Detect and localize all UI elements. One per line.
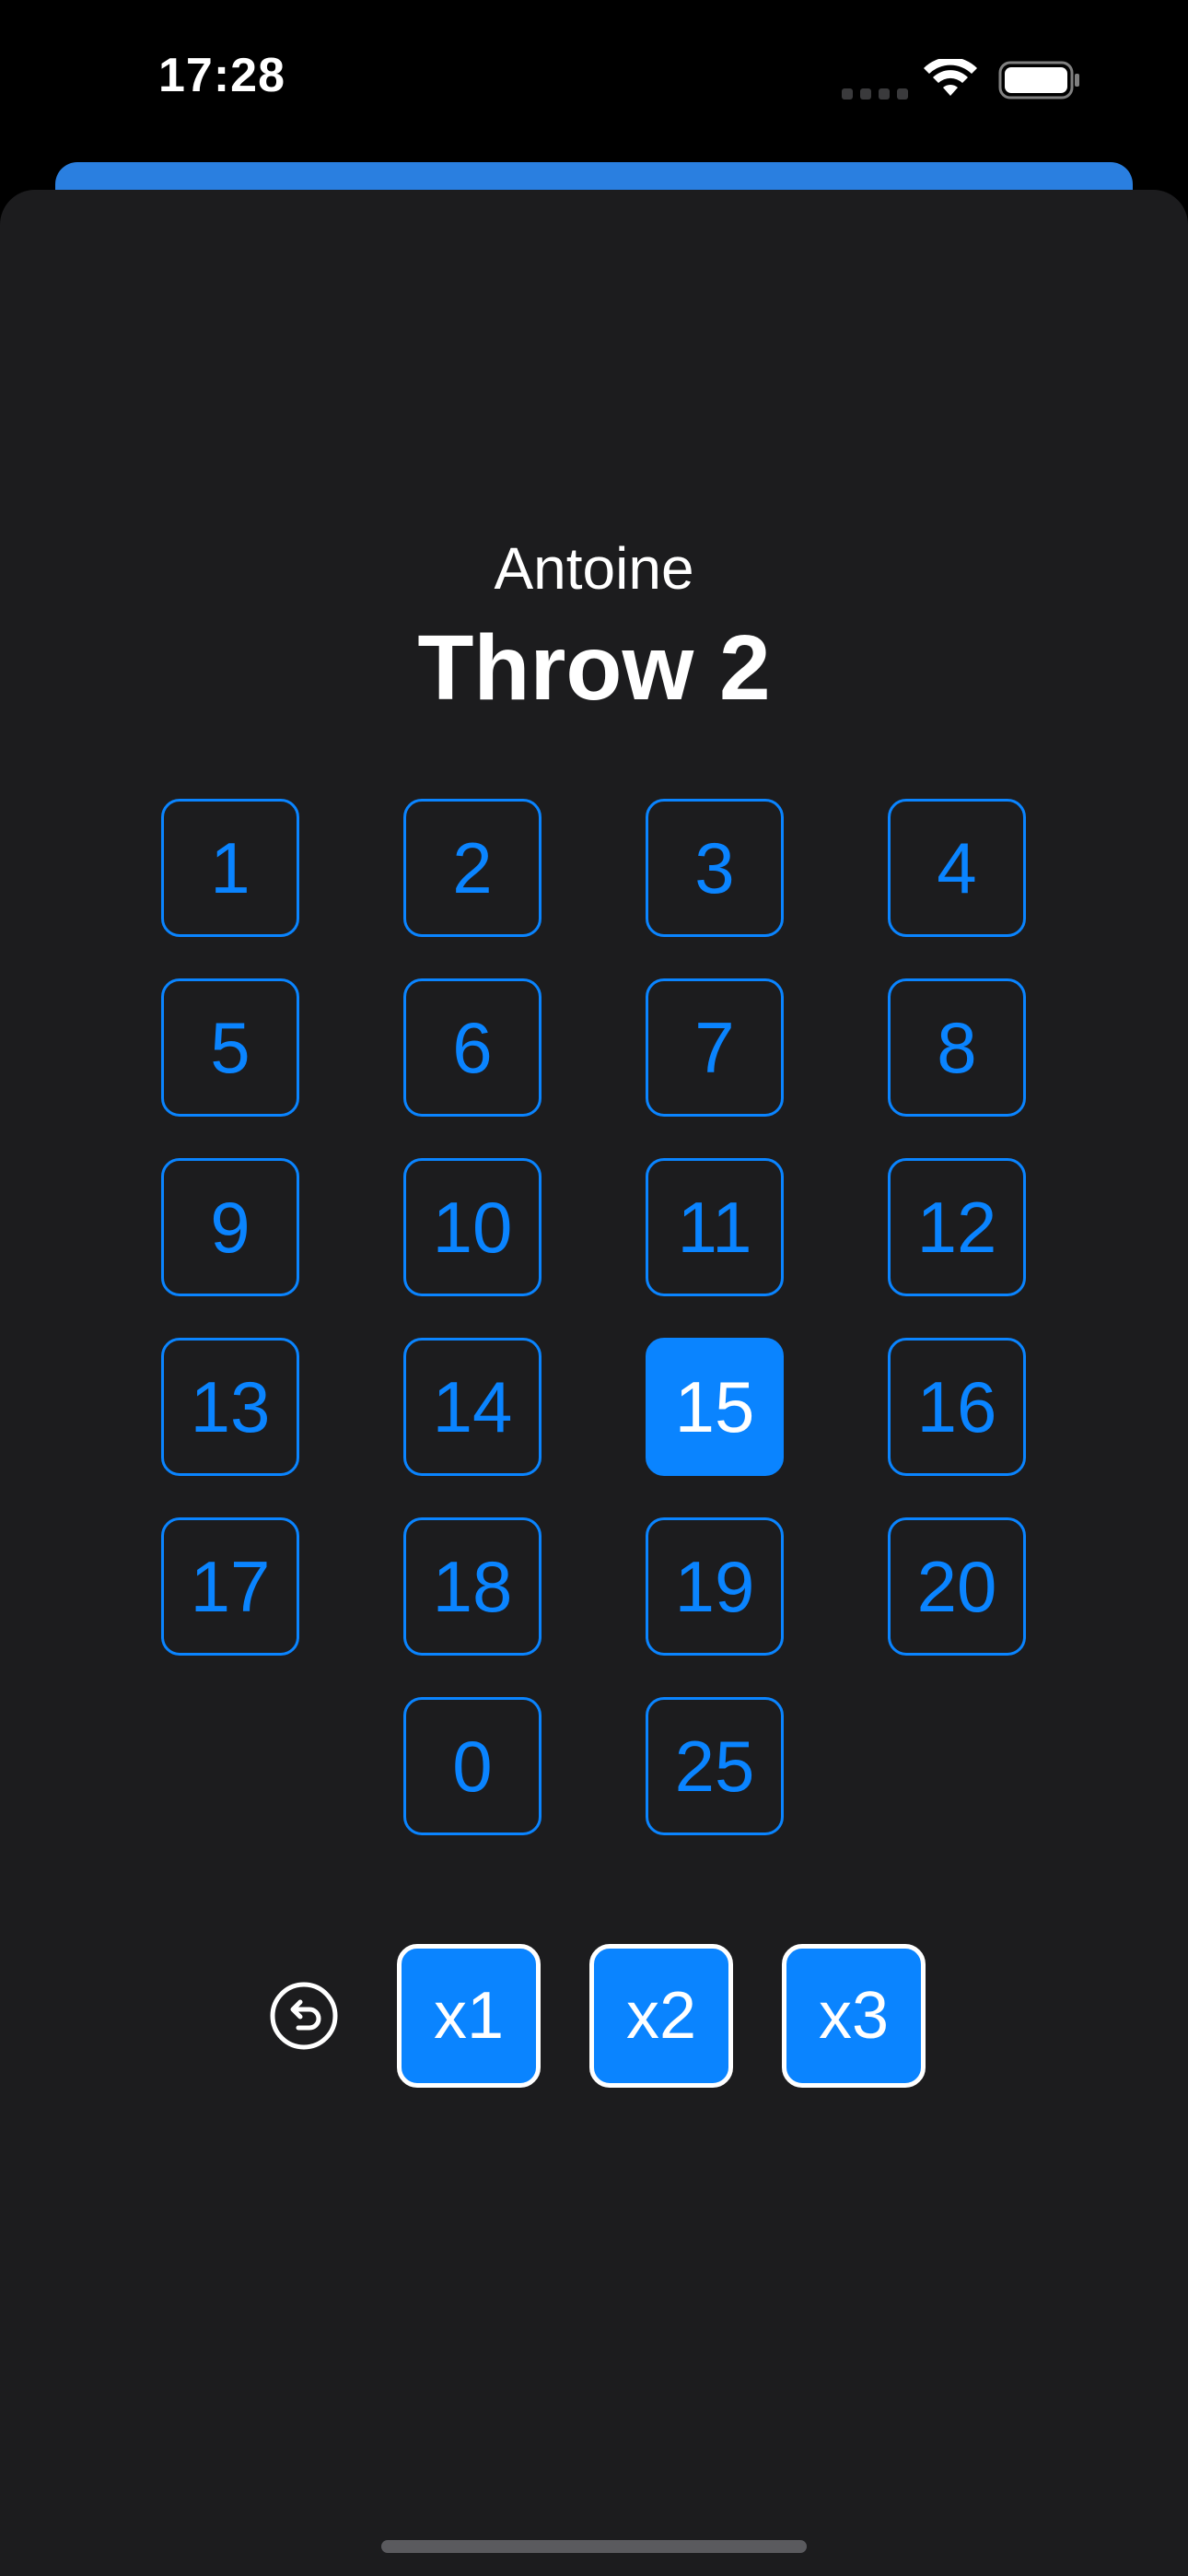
number-button[interactable]: 6: [403, 978, 542, 1117]
number-button-zero[interactable]: 0: [403, 1697, 542, 1835]
multiplier-x2-button[interactable]: x2: [589, 1944, 733, 2088]
wifi-icon: [924, 59, 977, 96]
player-name: Antoine: [494, 535, 694, 602]
multiplier-row: x1 x2 x3: [397, 1944, 926, 2088]
number-button[interactable]: 18: [403, 1517, 542, 1656]
number-button[interactable]: 1: [161, 799, 299, 937]
multiplier-x1-button[interactable]: x1: [397, 1944, 541, 2088]
number-button[interactable]: 4: [888, 799, 1026, 937]
number-button[interactable]: 7: [646, 978, 784, 1117]
undo-icon[interactable]: [269, 1981, 339, 2051]
number-button[interactable]: 20: [888, 1517, 1026, 1656]
number-button[interactable]: 14: [403, 1338, 542, 1476]
multiplier-x3-button[interactable]: x3: [782, 1944, 926, 2088]
number-button[interactable]: 9: [161, 1158, 299, 1296]
number-button[interactable]: 16: [888, 1338, 1026, 1476]
number-button-bull[interactable]: 25: [646, 1697, 784, 1835]
battery-icon: [998, 61, 1079, 100]
status-bar: 17:28: [0, 0, 1188, 166]
home-indicator[interactable]: [381, 2540, 807, 2553]
number-button[interactable]: 8: [888, 978, 1026, 1117]
number-button[interactable]: 11: [646, 1158, 784, 1296]
cellular-signal-icon: [842, 88, 908, 100]
number-grid: 1 2 3 4 5 6 7 8 9 10 11 12 13 14 15 16 1…: [161, 799, 1027, 1656]
number-button[interactable]: 19: [646, 1517, 784, 1656]
number-button[interactable]: 2: [403, 799, 542, 937]
number-button[interactable]: 5: [161, 978, 299, 1117]
status-time: 17:28: [158, 49, 285, 102]
number-button[interactable]: 10: [403, 1158, 542, 1296]
number-button-selected[interactable]: 15: [646, 1338, 784, 1476]
number-button[interactable]: 17: [161, 1517, 299, 1656]
number-button[interactable]: 3: [646, 799, 784, 937]
extra-number-row: 0 25: [403, 1697, 784, 1835]
number-button[interactable]: 13: [161, 1338, 299, 1476]
number-button[interactable]: 12: [888, 1158, 1026, 1296]
throw-title: Throw 2: [417, 616, 771, 720]
